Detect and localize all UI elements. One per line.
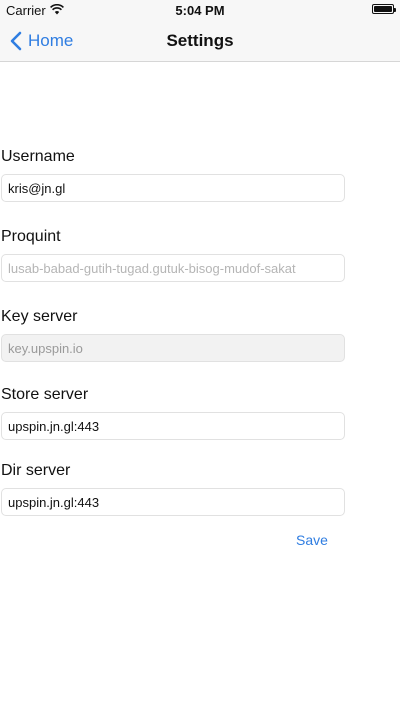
dir-server-label: Dir server [1, 462, 71, 479]
proquint-field[interactable] [1, 254, 345, 282]
store-server-label: Store server [1, 386, 89, 403]
save-button[interactable]: Save [296, 532, 328, 548]
navigation-bar: Home Settings [0, 20, 400, 62]
key-server-label: Key server [1, 308, 78, 325]
status-bar: Carrier 5:04 PM [0, 0, 400, 20]
page-title: Settings [166, 31, 234, 50]
store-server-field[interactable] [1, 412, 345, 440]
battery-icon [372, 4, 396, 14]
key-server-field [1, 334, 345, 362]
username-label: Username [1, 148, 75, 165]
status-time: 5:04 PM [175, 3, 225, 18]
dir-server-field[interactable] [1, 488, 345, 516]
proquint-label: Proquint [1, 228, 61, 245]
username-field[interactable] [1, 174, 345, 202]
